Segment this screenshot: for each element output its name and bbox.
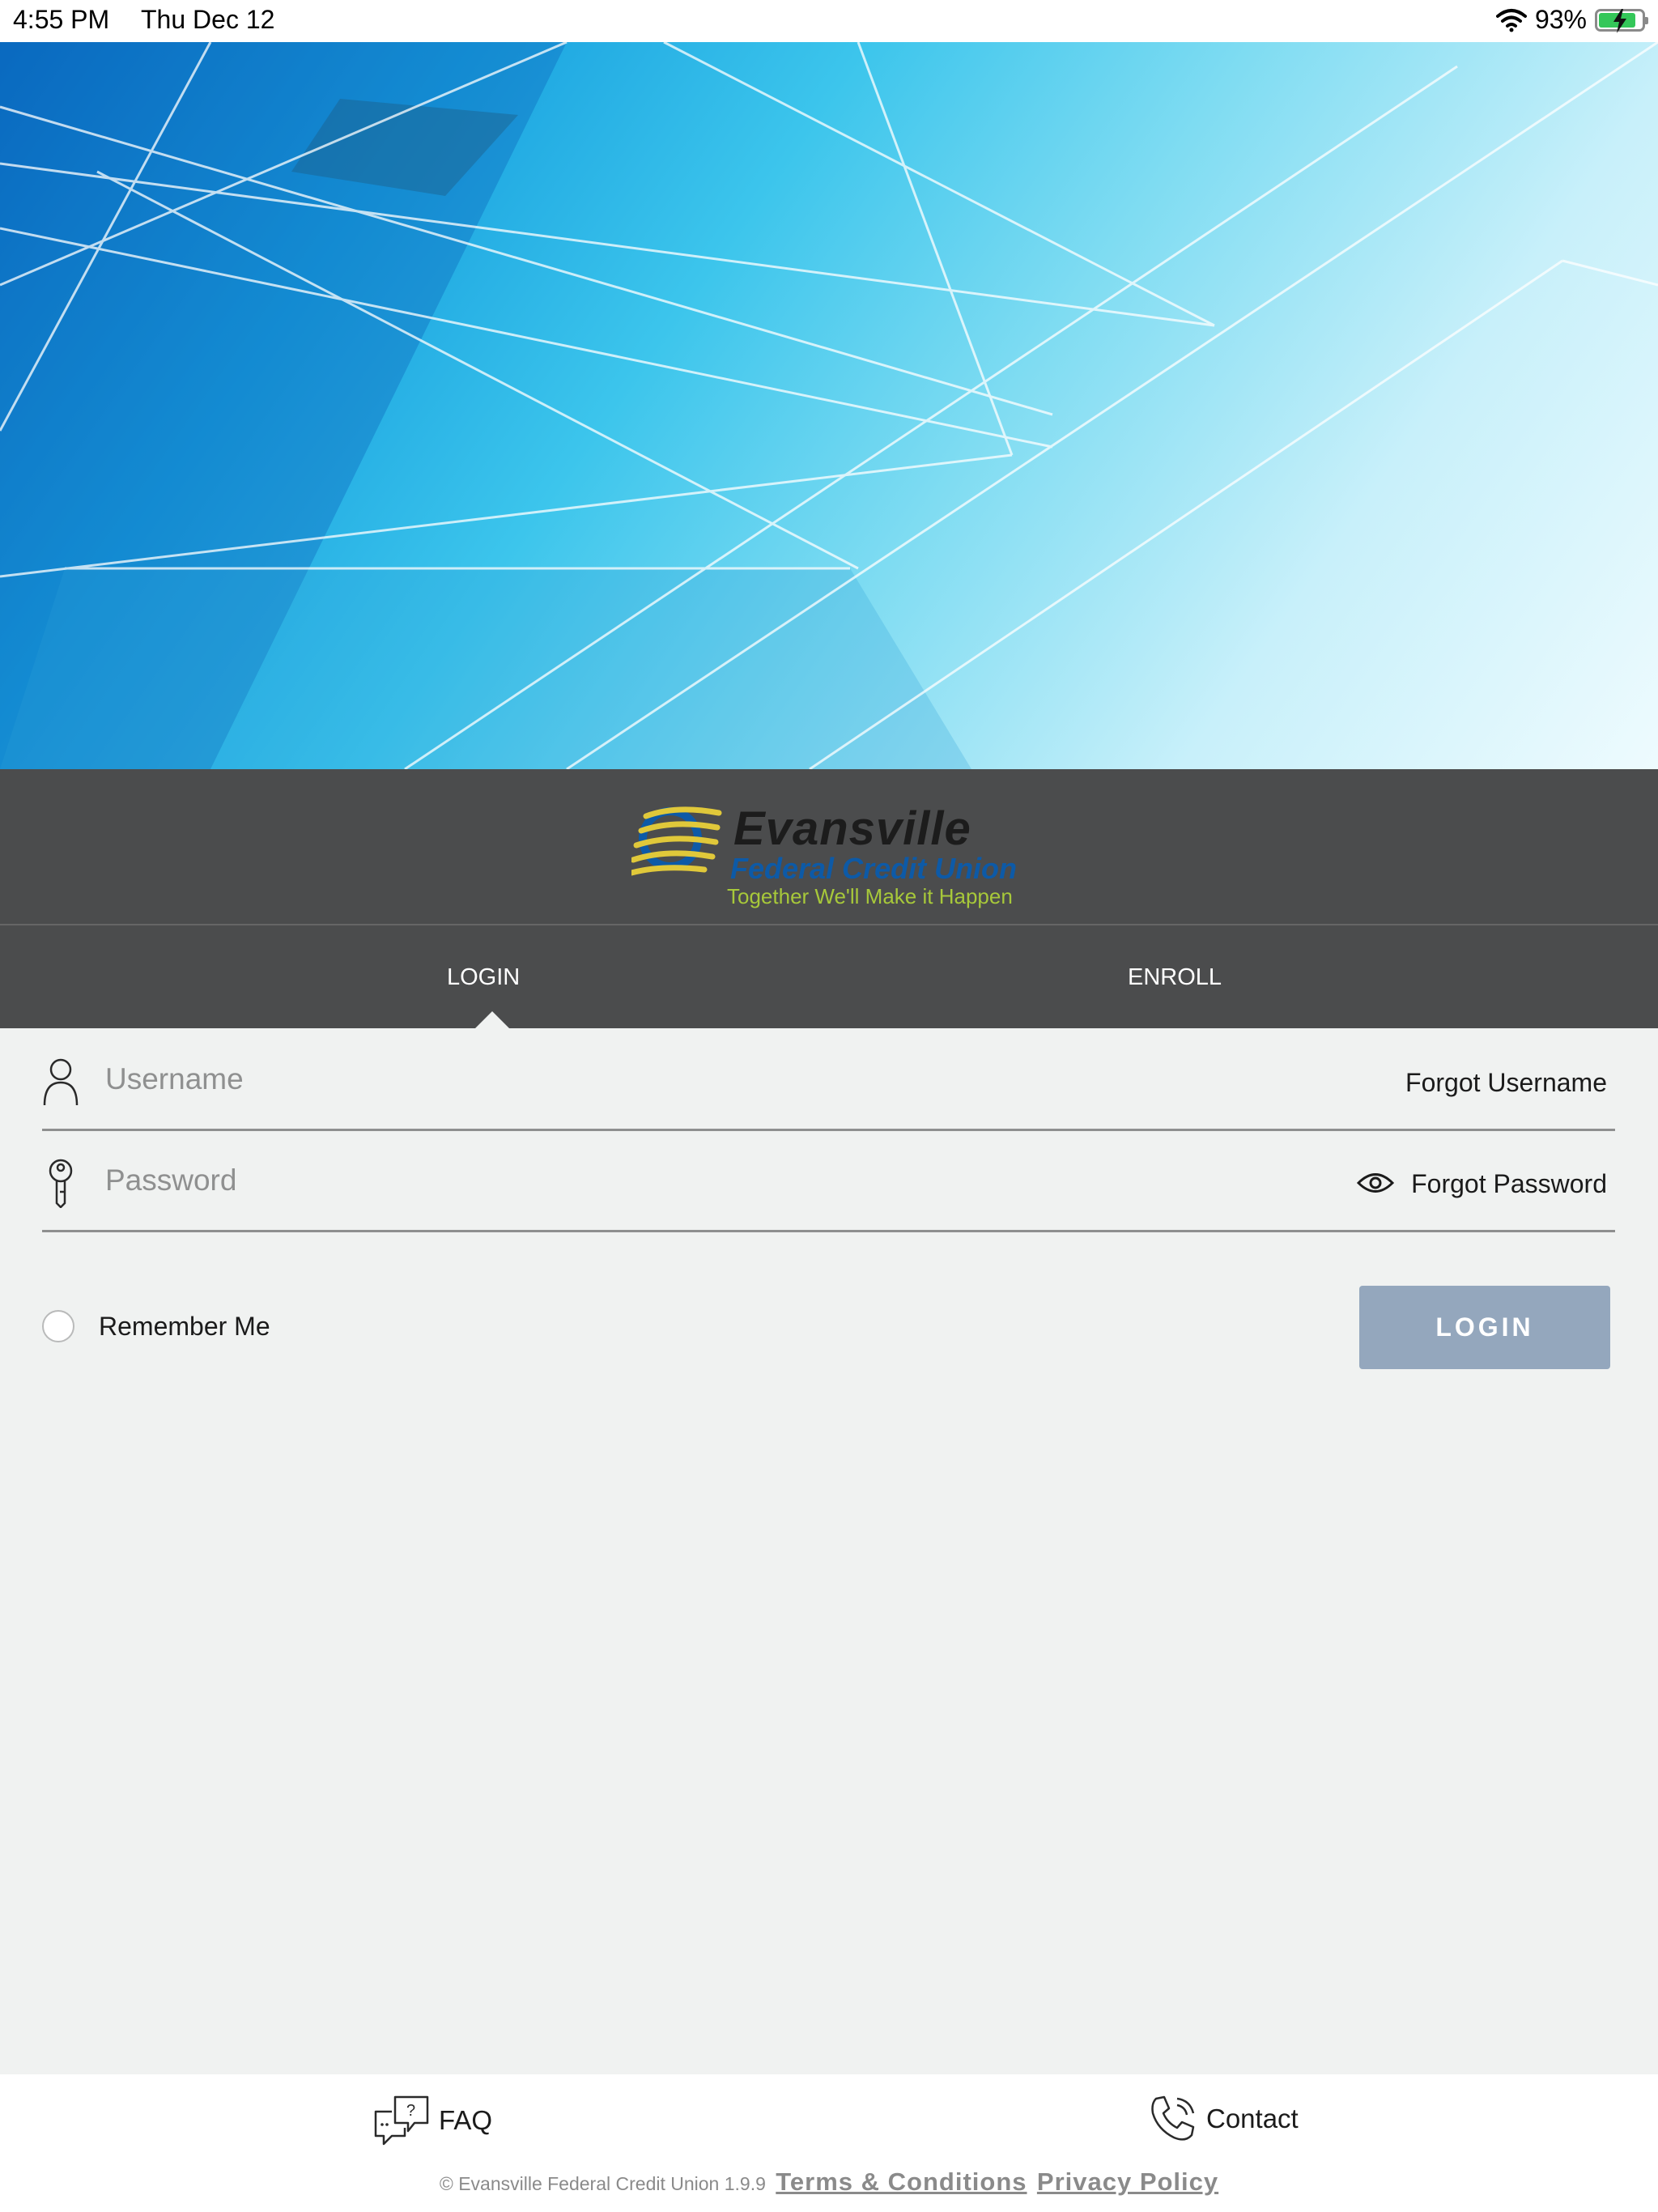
show-password-icon[interactable]	[1357, 1171, 1394, 1195]
contact-label: Contact	[1206, 2104, 1299, 2133]
username-field: Forgot Username	[42, 1032, 1615, 1131]
logo-mark-icon	[631, 806, 722, 876]
wifi-icon	[1495, 8, 1527, 32]
privacy-link[interactable]: Privacy Policy	[1037, 2167, 1218, 2196]
tab-enroll[interactable]: ENROLL	[1128, 964, 1222, 991]
status-bar: 4:55 PM Thu Dec 12 93%	[0, 0, 1658, 42]
remember-me[interactable]: Remember Me	[42, 1310, 270, 1342]
phone-icon	[1151, 2095, 1195, 2141]
forgot-password-link[interactable]: Forgot Password	[1411, 1169, 1607, 1199]
status-time: 4:55 PM	[13, 5, 110, 34]
password-field: Forgot Password	[42, 1134, 1615, 1232]
contact-button[interactable]: Contact	[1148, 2094, 1299, 2144]
status-right: 93%	[1495, 5, 1648, 35]
key-icon	[49, 1159, 73, 1208]
brand-logo: Evansville Federal Credit Union Together…	[631, 800, 1036, 908]
hero-background	[0, 42, 1658, 769]
copyright-text: © Evansville Federal Credit Union 1.9.9	[439, 2173, 766, 2194]
brand-name: Evansville	[733, 802, 971, 855]
footer: ? FAQ Contact © Evansville Federal Credi…	[0, 2074, 1658, 2212]
copyright-line: © Evansville Federal Credit Union 1.9.9 …	[0, 2167, 1658, 2197]
user-icon	[43, 1058, 79, 1106]
forgot-username-link[interactable]: Forgot Username	[1405, 1068, 1607, 1098]
remember-me-radio[interactable]	[42, 1310, 74, 1342]
faq-label: FAQ	[439, 2105, 493, 2135]
tab-login[interactable]: LOGIN	[447, 964, 520, 991]
status-date: Thu Dec 12	[141, 5, 275, 34]
brand-tagline: Together We'll Make it Happen	[727, 884, 1013, 908]
login-button[interactable]: LOGIN	[1359, 1286, 1610, 1369]
battery-percent: 93%	[1534, 5, 1587, 34]
battery-icon	[1595, 8, 1648, 33]
brand-subtitle: Federal Credit Union	[730, 852, 1018, 885]
svg-text:?: ?	[406, 2102, 415, 2120]
active-tab-indicator	[475, 1011, 509, 1028]
faq-icon: ?	[374, 2095, 429, 2146]
faq-button[interactable]: ? FAQ	[372, 2094, 492, 2147]
remember-me-label: Remember Me	[99, 1311, 270, 1341]
password-input[interactable]	[105, 1158, 1077, 1203]
username-input[interactable]	[105, 1057, 1077, 1102]
auth-tabs: LOGIN ENROLL	[0, 925, 1658, 1028]
brand-header: Evansville Federal Credit Union Together…	[0, 769, 1658, 925]
terms-link[interactable]: Terms & Conditions	[776, 2167, 1027, 2196]
